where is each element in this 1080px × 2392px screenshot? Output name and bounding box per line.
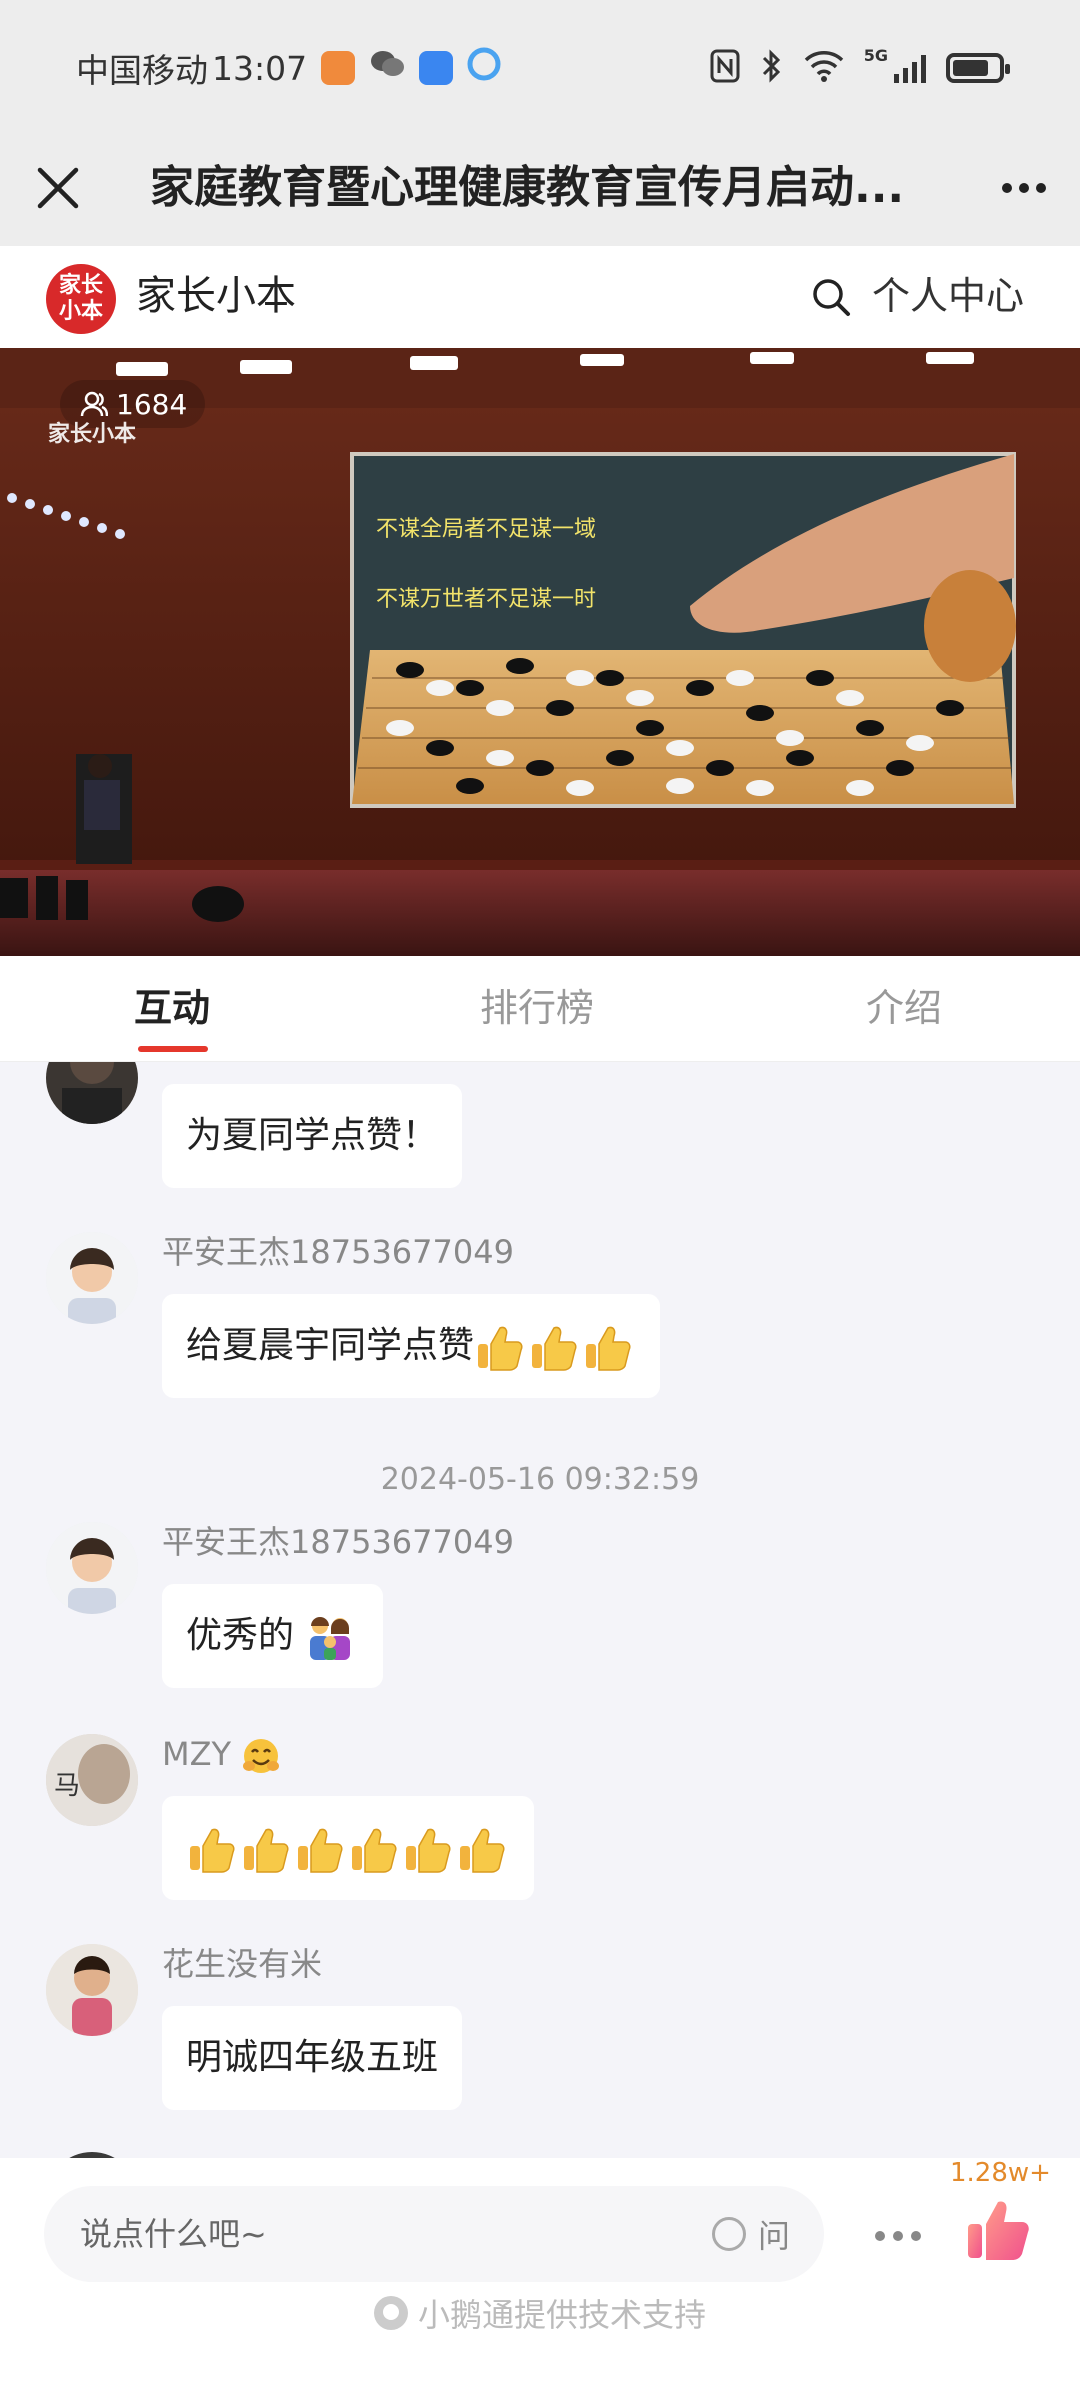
nfc-icon	[710, 49, 740, 87]
close-button[interactable]	[28, 158, 88, 218]
avatar[interactable]: 马	[46, 1734, 138, 1826]
message-timestamp: 2024-05-16 09:32:59	[380, 1462, 700, 1497]
xiaoetong-logo-icon	[373, 2296, 408, 2330]
brand-logo[interactable]: 家长 小本	[46, 264, 116, 334]
chat-message-bubble[interactable]: 为夏同学点赞！	[162, 1084, 463, 1188]
active-tab-indicator	[138, 1046, 208, 1052]
like-count: 1.28w+	[950, 2158, 1051, 2188]
tech-support-footer: 小鹅通提供技术支持	[0, 2290, 1080, 2336]
thumbs-up-emoji	[478, 1326, 523, 1371]
sender-name: MZY	[162, 1732, 281, 1776]
avatar[interactable]	[46, 1522, 138, 1614]
thumbs-up-emoji	[586, 1326, 631, 1371]
video-frame: 不谋全局者不足谋一域 不谋万世者不足谋一时	[0, 348, 1080, 956]
status-right: 5G	[710, 46, 1010, 90]
avatar[interactable]	[46, 1944, 138, 2036]
status-left: 中国移动 13:07	[76, 46, 501, 90]
hugging-face-emoji	[243, 1739, 280, 1773]
like-button[interactable]	[962, 2194, 1034, 2266]
radio-circle-icon	[711, 2217, 746, 2251]
tab-bar: 互动 排行榜 介绍	[0, 956, 1080, 1062]
page-title: 家庭教育暨心理健康教育宣传月启动...	[150, 162, 905, 213]
bottom-bar: 问 1.28w+ 小鹅通提供技术支持	[0, 2158, 1080, 2392]
video-watermark: 家长小本	[48, 422, 137, 447]
chat-message-bubble[interactable]	[162, 1796, 534, 1900]
thumbs-up-emoji	[190, 1828, 235, 1873]
tab-interaction[interactable]: 互动	[134, 982, 210, 1034]
search-icon[interactable]	[810, 276, 852, 318]
app-icon-blue	[419, 51, 454, 85]
title-bar: 家庭教育暨心理健康教育宣传月启动...	[0, 130, 1080, 246]
brand-name[interactable]: 家长小本	[136, 266, 296, 326]
message-text: 明诚四年级五班	[186, 2037, 439, 2078]
chat-message-bubble[interactable]: 明诚四年级五班	[162, 2006, 463, 2110]
user-center-link[interactable]: 个人中心	[872, 266, 1024, 326]
chat-message-bubble[interactable]: 优秀的	[162, 1584, 384, 1688]
message-text: 给夏晨宇同学点赞	[186, 1325, 475, 1366]
thumbs-up-emojis	[186, 1827, 510, 1873]
avatar[interactable]	[46, 1232, 138, 1324]
thumbs-up-emoji	[460, 1828, 505, 1873]
battery-icon	[946, 53, 1010, 83]
clock: 13:07	[212, 48, 308, 88]
ask-question-toggle[interactable]: 问	[711, 2212, 790, 2256]
more-options-button[interactable]	[994, 158, 1054, 218]
sender-name: 花生没有米	[162, 1945, 323, 1983]
wifi-icon	[804, 50, 844, 86]
thumbs-up-emojis	[474, 1325, 636, 1371]
live-video-player[interactable]: 不谋全局者不足谋一域 不谋万世者不足谋一时 1684 家长小本	[0, 348, 1080, 956]
comment-input-container: 问	[44, 2186, 824, 2282]
chat-message-bubble[interactable]: 给夏晨宇同学点赞	[162, 1294, 661, 1398]
thumbs-up-emoji	[352, 1828, 397, 1873]
avatar-text: 马	[54, 1771, 80, 1801]
close-icon	[37, 167, 79, 209]
screen-line-2: 不谋万世者不足谋一时	[376, 587, 596, 612]
wechat-icon	[369, 48, 405, 88]
brand-header: 家长 小本 家长小本 个人中心	[0, 246, 1080, 348]
bluetooth-icon	[760, 48, 784, 88]
screen-line-1: 不谋全局者不足谋一域	[376, 517, 596, 542]
sender-name: 平安王杰18753677049	[162, 1523, 514, 1561]
comment-input[interactable]	[80, 2186, 680, 2282]
message-text: 为夏同学点赞！	[186, 1115, 439, 1156]
sender-name: 平安王杰18753677049	[162, 1233, 514, 1271]
family-emoji	[310, 1617, 351, 1660]
carrier-label: 中国移动	[76, 51, 208, 90]
tab-leaderboard[interactable]: 排行榜	[480, 982, 594, 1034]
message-text: 优秀的	[186, 1615, 295, 1656]
more-actions-button[interactable]	[866, 2216, 930, 2256]
ask-label: 问	[757, 2217, 790, 2255]
viewers-icon	[80, 391, 108, 417]
app-icon-circle	[467, 47, 501, 89]
signal-icon	[894, 53, 926, 83]
thumbs-up-emoji	[244, 1828, 289, 1873]
status-bar: 中国移动 13:07 5G	[0, 0, 1080, 130]
thumbs-up-emoji	[532, 1326, 577, 1371]
network-type: 5G	[863, 46, 888, 65]
thumbs-up-emoji	[406, 1828, 451, 1873]
thumbs-up-icon	[968, 2201, 1029, 2260]
chat-feed[interactable]: 为夏同学点赞！ 平安王杰18753677049 给夏晨宇同学点赞 2024-05…	[0, 1062, 1080, 2158]
thumbs-up-emoji	[298, 1828, 343, 1873]
app-notification-icon	[321, 51, 356, 85]
avatar[interactable]	[46, 1062, 138, 1124]
tab-intro[interactable]: 介绍	[866, 982, 942, 1034]
